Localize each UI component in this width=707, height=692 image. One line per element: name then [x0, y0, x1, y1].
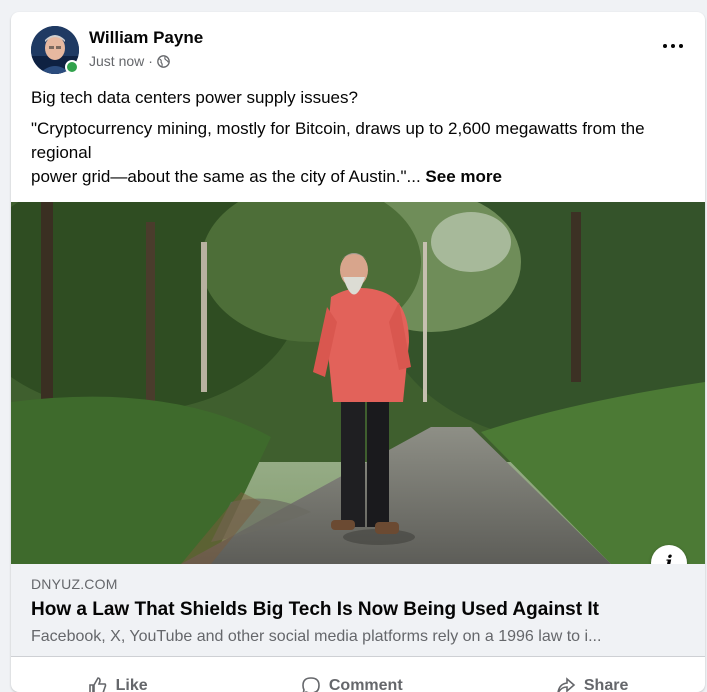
comment-label: Comment	[328, 677, 403, 692]
post-header: William Payne Just now ·	[11, 12, 705, 88]
globe-icon[interactable]	[157, 54, 170, 68]
online-status-icon	[65, 60, 79, 74]
post-text: Big tech data centers power supply issue…	[31, 86, 691, 189]
post-text-line: power grid—about the same as the city of…	[31, 167, 421, 186]
link-domain: DNYUZ.COM	[31, 576, 118, 592]
meta-separator: ·	[148, 53, 153, 69]
share-label: Share	[583, 677, 629, 692]
more-options-icon[interactable]	[655, 32, 691, 60]
comment-icon	[302, 677, 320, 692]
like-label: Like	[115, 677, 148, 692]
post-meta: Just now ·	[89, 53, 170, 69]
post-text-line: "Cryptocurrency mining, mostly for Bitco…	[31, 119, 645, 162]
share-button[interactable]: Share	[556, 676, 628, 692]
post-card: William Payne Just now · Big tech data c…	[11, 12, 705, 692]
like-button[interactable]: Like	[88, 676, 148, 692]
see-more-link[interactable]: See more	[425, 167, 502, 186]
link-preview[interactable]: DNYUZ.COM How a Law That Shields Big Tec…	[11, 564, 705, 656]
share-icon	[557, 677, 576, 692]
link-title[interactable]: How a Law That Shields Big Tech Is Now B…	[31, 599, 599, 621]
post-text-line: Big tech data centers power supply issue…	[31, 88, 358, 107]
post-time[interactable]: Just now	[89, 53, 144, 69]
comment-button[interactable]: Comment	[301, 676, 403, 692]
post-actions: Like Comment Share	[11, 656, 705, 692]
thumbs-up-icon	[88, 677, 106, 692]
link-description: Facebook, X, YouTube and other social me…	[31, 628, 602, 645]
post-photo[interactable]	[11, 202, 705, 564]
author-name[interactable]: William Payne	[89, 28, 203, 48]
